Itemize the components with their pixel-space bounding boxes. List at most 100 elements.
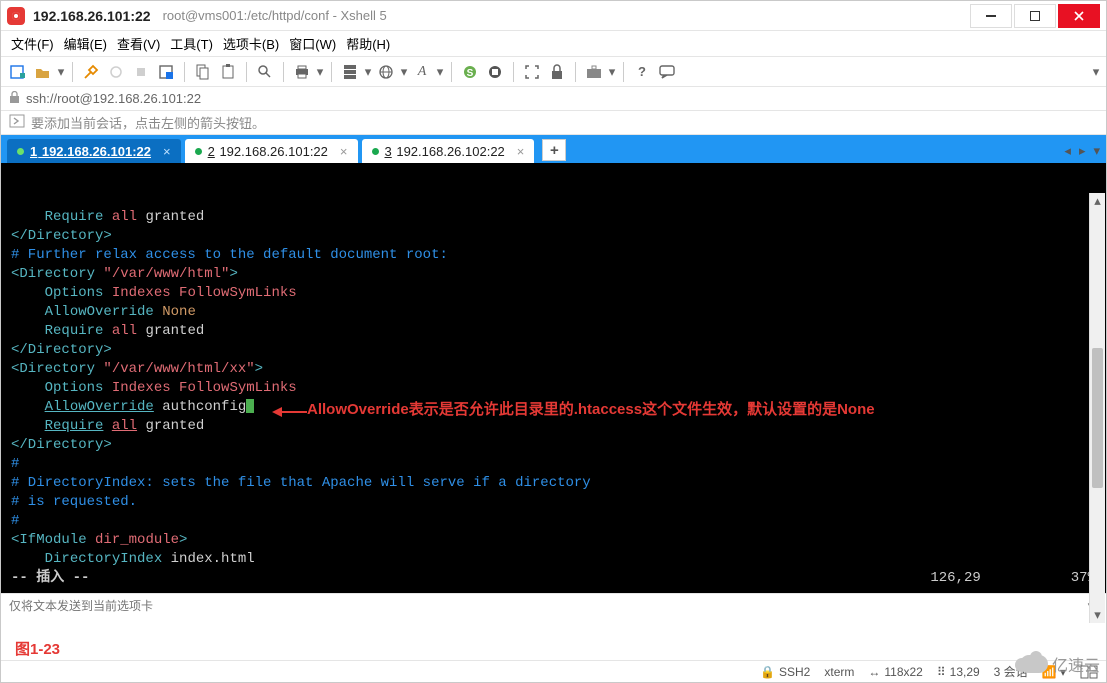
scroll-down-icon[interactable]: ▾ xyxy=(1090,607,1105,623)
toolbox-dropdown-icon[interactable]: ▾ xyxy=(608,61,616,83)
find-icon[interactable] xyxy=(254,61,276,83)
session-tabstrip: 1 192.168.26.101:22×2 192.168.26.101:22×… xyxy=(1,135,1106,163)
annotation-text: AllowOverride表示是否允许此目录里的.htaccess这个文件生效，… xyxy=(307,401,875,418)
print-icon[interactable] xyxy=(291,61,313,83)
compose-bar: ▾ xyxy=(1,593,1106,617)
connect-icon[interactable] xyxy=(80,61,102,83)
terminal[interactable]: Require all granted</Directory># Further… xyxy=(1,163,1106,593)
feedback-icon[interactable] xyxy=(656,61,678,83)
menu-window[interactable]: 窗口(W) xyxy=(289,34,336,53)
terminal-line: # Further relax access to the default do… xyxy=(11,246,1096,265)
tab-close-icon[interactable]: × xyxy=(517,144,525,159)
xshell-window: 192.168.26.101:22 root@vms001:/etc/httpd… xyxy=(0,0,1107,683)
font-dropdown-icon[interactable]: ▾ xyxy=(436,61,444,83)
tab-prev-icon[interactable]: ◂ xyxy=(1064,143,1071,159)
server-dropdown-icon[interactable]: ▾ xyxy=(364,61,372,83)
watermark: 亿速云 xyxy=(1020,652,1100,676)
status-dot-icon xyxy=(372,148,379,155)
terminal-line: </Directory> xyxy=(11,341,1096,360)
menu-file[interactable]: 文件(F) xyxy=(11,34,54,53)
menu-view[interactable]: 查看(V) xyxy=(117,34,160,53)
terminal-line: </Directory> xyxy=(11,436,1096,455)
terminal-line: <Directory "/var/www/html/xx"> xyxy=(11,360,1096,379)
terminal-line: # DirectoryIndex: sets the file that Apa… xyxy=(11,474,1096,493)
watermark-text: 亿速云 xyxy=(1052,652,1100,676)
terminal-line: Require all granted xyxy=(11,208,1096,227)
paste-icon[interactable] xyxy=(217,61,239,83)
statusbar: 🔒SSH2 xterm ↔ 118x22 ⠿ 13,29 3 会话 📶 ▾ xyxy=(1,660,1106,682)
scroll-thumb[interactable] xyxy=(1092,348,1103,488)
compose-input[interactable] xyxy=(7,598,1078,614)
tab-menu-icon[interactable]: ▾ xyxy=(1093,143,1100,159)
lock-small-icon: 🔒 xyxy=(760,665,775,679)
status-term: xterm xyxy=(824,665,854,679)
address-text[interactable]: ssh://root@192.168.26.101:22 xyxy=(26,91,201,106)
session-tab[interactable]: 1 192.168.26.101:22× xyxy=(7,139,181,163)
cursor xyxy=(246,399,254,413)
server-icon[interactable] xyxy=(339,61,361,83)
session-tab[interactable]: 2 192.168.26.101:22× xyxy=(185,139,358,163)
terminal-line: # xyxy=(11,512,1096,531)
tipbar: 要添加当前会话，点击左侧的箭头按钮。 xyxy=(1,111,1106,135)
addressbar: ssh://root@192.168.26.101:22 xyxy=(1,87,1106,111)
globe-dropdown-icon[interactable]: ▾ xyxy=(400,61,408,83)
terminal-line: Options Indexes FollowSymLinks xyxy=(11,379,1096,398)
tab-nav: ◂ ▸ ▾ xyxy=(1064,143,1100,159)
open-icon[interactable] xyxy=(32,61,54,83)
tip-text: 要添加当前会话，点击左侧的箭头按钮。 xyxy=(31,113,265,132)
toolbox-icon[interactable] xyxy=(583,61,605,83)
scrollbar[interactable]: ▴ ▾ xyxy=(1089,193,1105,623)
terminal-line: <Directory "/var/www/html"> xyxy=(11,265,1096,284)
terminal-line: Options Indexes FollowSymLinks xyxy=(11,284,1096,303)
status-size: ↔ 118x22 xyxy=(868,665,922,679)
maximize-button[interactable] xyxy=(1014,4,1056,28)
lock-icon[interactable] xyxy=(546,61,568,83)
status-dot-icon xyxy=(195,148,202,155)
profile-icon[interactable] xyxy=(155,61,177,83)
vim-pos: 126,29 xyxy=(930,569,980,588)
terminal-line: <IfModule dir_module> xyxy=(11,531,1096,550)
toolbar: ▾ ▾ ▾ ▾ A ▾ S ▾ ? ▾ xyxy=(1,57,1106,87)
globe-icon[interactable] xyxy=(375,61,397,83)
terminal-line: </Directory> xyxy=(11,227,1096,246)
stop-icon[interactable] xyxy=(484,61,506,83)
window-subtitle: root@vms001:/etc/httpd/conf - Xshell 5 xyxy=(163,8,387,23)
font-icon[interactable]: A xyxy=(411,61,433,83)
menu-tools[interactable]: 工具(T) xyxy=(170,34,213,53)
close-button[interactable] xyxy=(1058,4,1100,28)
terminal-line: DirectoryIndex index.html xyxy=(11,550,1096,569)
svg-text:S: S xyxy=(467,68,474,79)
scroll-up-icon[interactable]: ▴ xyxy=(1090,193,1105,209)
terminal-line: # is requested. xyxy=(11,493,1096,512)
new-tab-button[interactable]: + xyxy=(542,139,566,161)
menubar: 文件(F) 编辑(E) 查看(V) 工具(T) 选项卡(B) 窗口(W) 帮助(… xyxy=(1,31,1106,57)
disconnect-icon[interactable] xyxy=(130,61,152,83)
tab-next-icon[interactable]: ▸ xyxy=(1079,143,1086,159)
status-dot-icon xyxy=(17,148,24,155)
addressbar-lock-icon xyxy=(9,91,20,107)
tab-close-icon[interactable]: × xyxy=(340,144,348,159)
status-cursor: ⠿ 13,29 xyxy=(937,665,980,679)
figure-label: 图1-23 xyxy=(15,638,60,659)
tab-close-icon[interactable]: × xyxy=(163,144,171,159)
vim-mode: -- 插入 -- xyxy=(11,569,89,588)
terminal-line: AllowOverride None xyxy=(11,303,1096,322)
toolbar-overflow-icon[interactable]: ▾ xyxy=(1092,61,1100,83)
reconnect-icon[interactable] xyxy=(105,61,127,83)
minimize-button[interactable] xyxy=(970,4,1012,28)
script-icon[interactable]: S xyxy=(459,61,481,83)
tip-arrow-icon[interactable] xyxy=(9,114,25,131)
status-proto: 🔒SSH2 xyxy=(760,665,810,679)
window-title: 192.168.26.101:22 xyxy=(33,8,151,24)
menu-edit[interactable]: 编辑(E) xyxy=(64,34,107,53)
open-dropdown-icon[interactable]: ▾ xyxy=(57,61,65,83)
session-tab[interactable]: 3 192.168.26.102:22× xyxy=(362,139,535,163)
terminal-line: Require all granted xyxy=(11,417,1096,436)
menu-tabs[interactable]: 选项卡(B) xyxy=(223,34,279,53)
new-session-icon[interactable] xyxy=(7,61,29,83)
help-icon[interactable]: ? xyxy=(631,61,653,83)
fullscreen-icon[interactable] xyxy=(521,61,543,83)
menu-help[interactable]: 帮助(H) xyxy=(346,34,390,53)
print-dropdown-icon[interactable]: ▾ xyxy=(316,61,324,83)
copy-icon[interactable] xyxy=(192,61,214,83)
